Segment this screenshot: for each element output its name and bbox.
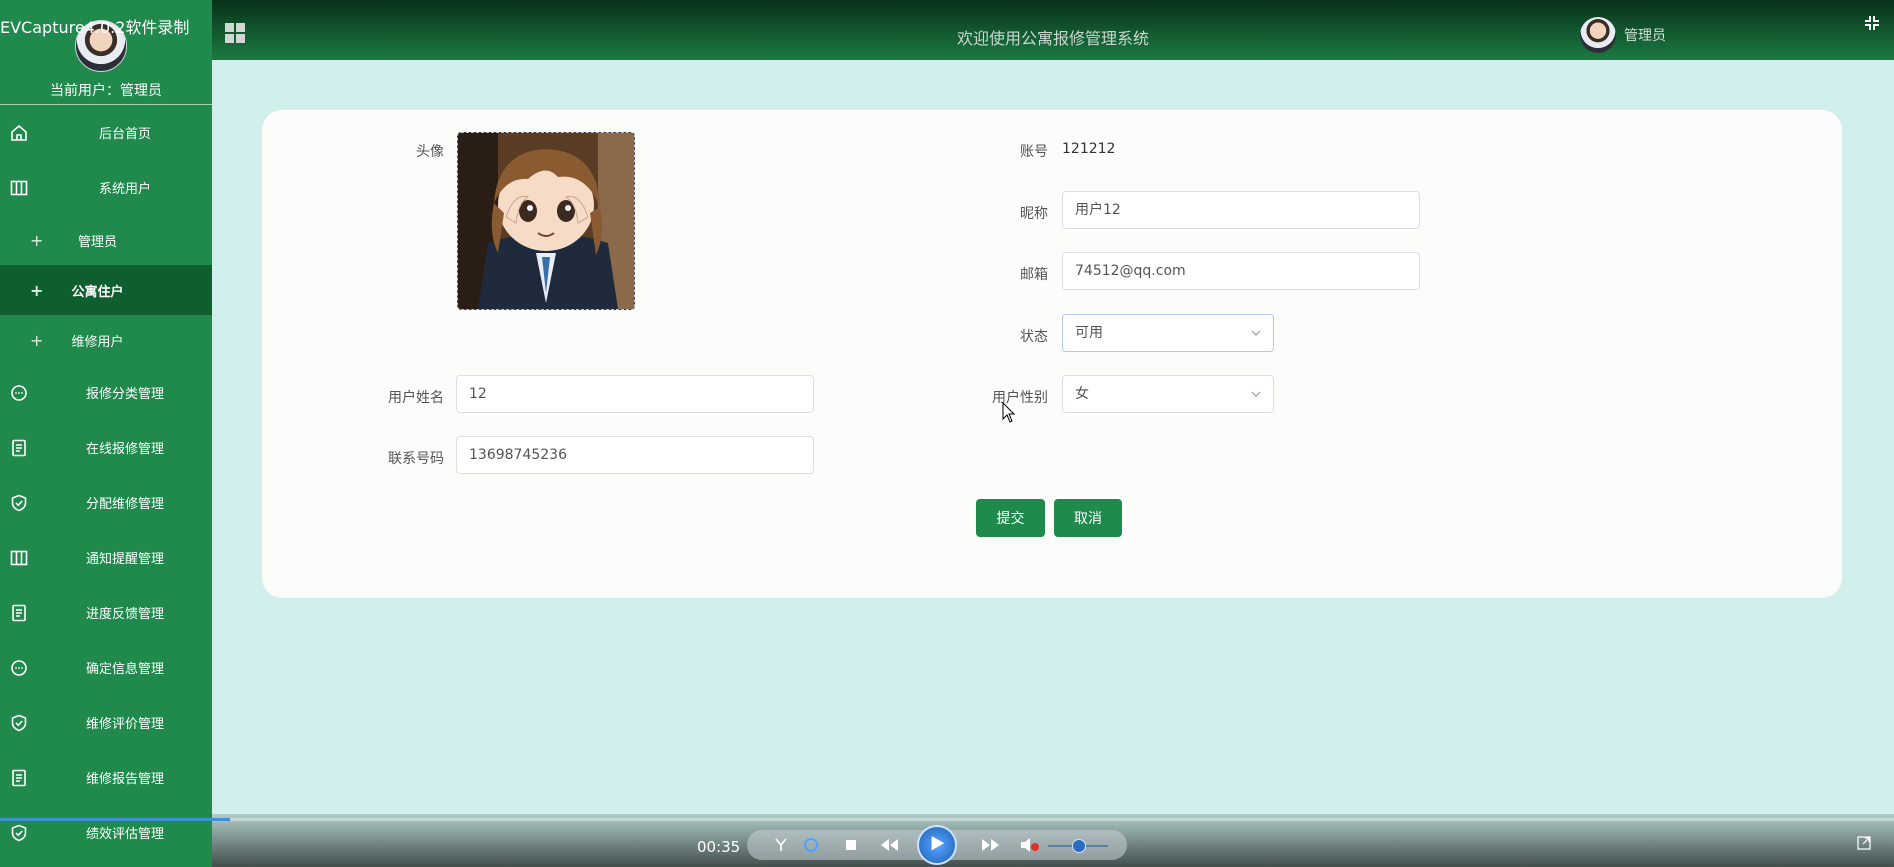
chat-icon bbox=[11, 659, 27, 676]
columns-icon bbox=[10, 180, 28, 195]
sidebar-item-progress-feedback[interactable]: 进度反馈管理 bbox=[0, 585, 212, 640]
email-field[interactable]: 74512@qq.com bbox=[1062, 252, 1420, 290]
fast-forward-icon[interactable] bbox=[977, 832, 1003, 858]
shield-check-icon bbox=[11, 494, 27, 511]
chevron-down-icon bbox=[1251, 330, 1261, 336]
sidebar-item-system-users[interactable]: 系统用户 bbox=[0, 160, 212, 215]
gender-select[interactable]: 女 bbox=[1062, 375, 1274, 413]
sidebar-item-label: 维修评价管理 bbox=[85, 717, 164, 732]
sidebar-item-label: 维修用户 bbox=[71, 334, 124, 350]
username-label: 管理员 bbox=[1624, 28, 1666, 44]
sidebar-item-label: 后台首页 bbox=[98, 127, 151, 142]
account-label: 账号 bbox=[1020, 144, 1048, 160]
volume-slider-handle[interactable] bbox=[1072, 839, 1086, 853]
loop-icon[interactable] bbox=[798, 832, 824, 858]
avatar bbox=[1580, 17, 1616, 53]
sidebar-subitem-residents[interactable]: + 公寓住户 bbox=[0, 265, 212, 315]
status-label: 状态 bbox=[1020, 329, 1048, 345]
user-menu[interactable]: 管理员 bbox=[1580, 17, 1666, 53]
shield-check-icon bbox=[11, 714, 27, 731]
sidebar-item-label: 通知提醒管理 bbox=[85, 552, 164, 567]
sidebar-item-repair-review[interactable]: 维修评价管理 bbox=[0, 695, 212, 750]
sidebar: 当前用户：管理员 后台首页 系统用户 + 管理员 + 公寓住户 + 维修用户 报… bbox=[0, 0, 212, 867]
gender-label: 用户性别 bbox=[992, 390, 1048, 406]
recorder-watermark: EVCapture4.0.2软件录制 bbox=[0, 18, 190, 37]
chat-icon bbox=[11, 384, 27, 401]
sidebar-item-label: 进度反馈管理 bbox=[85, 607, 164, 622]
document-icon bbox=[12, 439, 26, 456]
plus-icon: + bbox=[30, 330, 44, 350]
gender-select-value: 女 bbox=[1075, 386, 1089, 402]
sidebar-item-label: 报修分类管理 bbox=[85, 387, 164, 402]
play-icon bbox=[931, 836, 945, 851]
columns-icon bbox=[10, 550, 28, 565]
top-bar: 欢迎使用公寓报修管理系统 管理员 bbox=[212, 0, 1894, 60]
sidebar-item-label: 公寓住户 bbox=[71, 284, 124, 300]
nickname-label: 昵称 bbox=[1020, 206, 1048, 222]
current-user-label: 当前用户：管理员 bbox=[50, 83, 162, 99]
sidebar-item-repair-report[interactable]: 维修报告管理 bbox=[0, 750, 212, 805]
nickname-field[interactable]: 用户12 bbox=[1062, 191, 1420, 229]
user-form-card: 头像 账号 121212 昵称 用户12 邮箱 74512@qq.com 状态 … bbox=[262, 110, 1842, 598]
avatar-label: 头像 bbox=[416, 144, 444, 160]
status-select-value: 可用 bbox=[1075, 325, 1103, 341]
video-player-bar: 00:35 bbox=[0, 814, 1894, 867]
chevron-down-icon bbox=[1251, 391, 1261, 397]
sidebar-item-label: 确定信息管理 bbox=[85, 662, 164, 677]
status-select[interactable]: 可用 bbox=[1062, 314, 1274, 352]
sidebar-item-dashboard[interactable]: 后台首页 bbox=[0, 105, 212, 160]
sidebar-item-assign-repair[interactable]: 分配维修管理 bbox=[0, 475, 212, 530]
sidebar-subitem-admin[interactable]: + 管理员 bbox=[0, 215, 212, 265]
rewind-icon[interactable] bbox=[877, 832, 903, 858]
sidebar-item-label: 维修报告管理 bbox=[85, 772, 164, 787]
sidebar-item-repair-category[interactable]: 报修分类管理 bbox=[0, 365, 212, 420]
account-value: 121212 bbox=[1062, 141, 1116, 157]
sidebar-item-performance[interactable]: 绩效评估管理 bbox=[0, 805, 212, 860]
shield-check-icon bbox=[11, 824, 27, 841]
plus-icon: + bbox=[30, 280, 44, 300]
sidebar-item-online-repair[interactable]: 在线报修管理 bbox=[0, 420, 212, 475]
stop-icon[interactable] bbox=[838, 832, 864, 858]
sidebar-item-confirm-info[interactable]: 确定信息管理 bbox=[0, 640, 212, 695]
phone-label: 联系号码 bbox=[388, 451, 444, 467]
mute-icon[interactable] bbox=[1016, 832, 1042, 858]
name-label: 用户姓名 bbox=[388, 390, 444, 406]
sidebar-item-label: 系统用户 bbox=[98, 182, 151, 197]
cancel-button[interactable]: 取消 bbox=[1054, 499, 1122, 537]
exit-fullscreen-icon[interactable] bbox=[1863, 14, 1881, 32]
home-icon bbox=[11, 124, 27, 141]
user-avatar-image[interactable] bbox=[457, 132, 635, 310]
progress-fill bbox=[0, 818, 230, 821]
plus-icon: + bbox=[30, 230, 44, 250]
expand-icon[interactable] bbox=[1857, 836, 1871, 850]
playback-time: 00:35 bbox=[697, 838, 741, 856]
progress-track[interactable] bbox=[212, 818, 1894, 821]
email-label: 邮箱 bbox=[1020, 267, 1048, 283]
document-icon bbox=[12, 604, 26, 621]
sidebar-menu: 后台首页 系统用户 + 管理员 + 公寓住户 + 维修用户 报修分类管理 在线报… bbox=[0, 105, 212, 860]
screenshot-icon[interactable] bbox=[768, 832, 794, 858]
anime-avatar-illustration bbox=[458, 133, 634, 309]
sidebar-item-label: 绩效评估管理 bbox=[85, 827, 164, 842]
sidebar-item-label: 在线报修管理 bbox=[85, 442, 164, 457]
mouse-cursor-icon bbox=[1002, 402, 1016, 423]
phone-field[interactable]: 13698745236 bbox=[456, 436, 814, 474]
submit-button[interactable]: 提交 bbox=[976, 499, 1045, 537]
sidebar-item-label: 管理员 bbox=[77, 234, 117, 250]
play-button[interactable] bbox=[917, 825, 957, 865]
name-field[interactable]: 12 bbox=[456, 375, 814, 413]
sidebar-subitem-repair-users[interactable]: + 维修用户 bbox=[0, 315, 212, 365]
sidebar-item-label: 分配维修管理 bbox=[85, 497, 164, 512]
document-icon bbox=[12, 769, 26, 786]
sidebar-item-notifications[interactable]: 通知提醒管理 bbox=[0, 530, 212, 585]
